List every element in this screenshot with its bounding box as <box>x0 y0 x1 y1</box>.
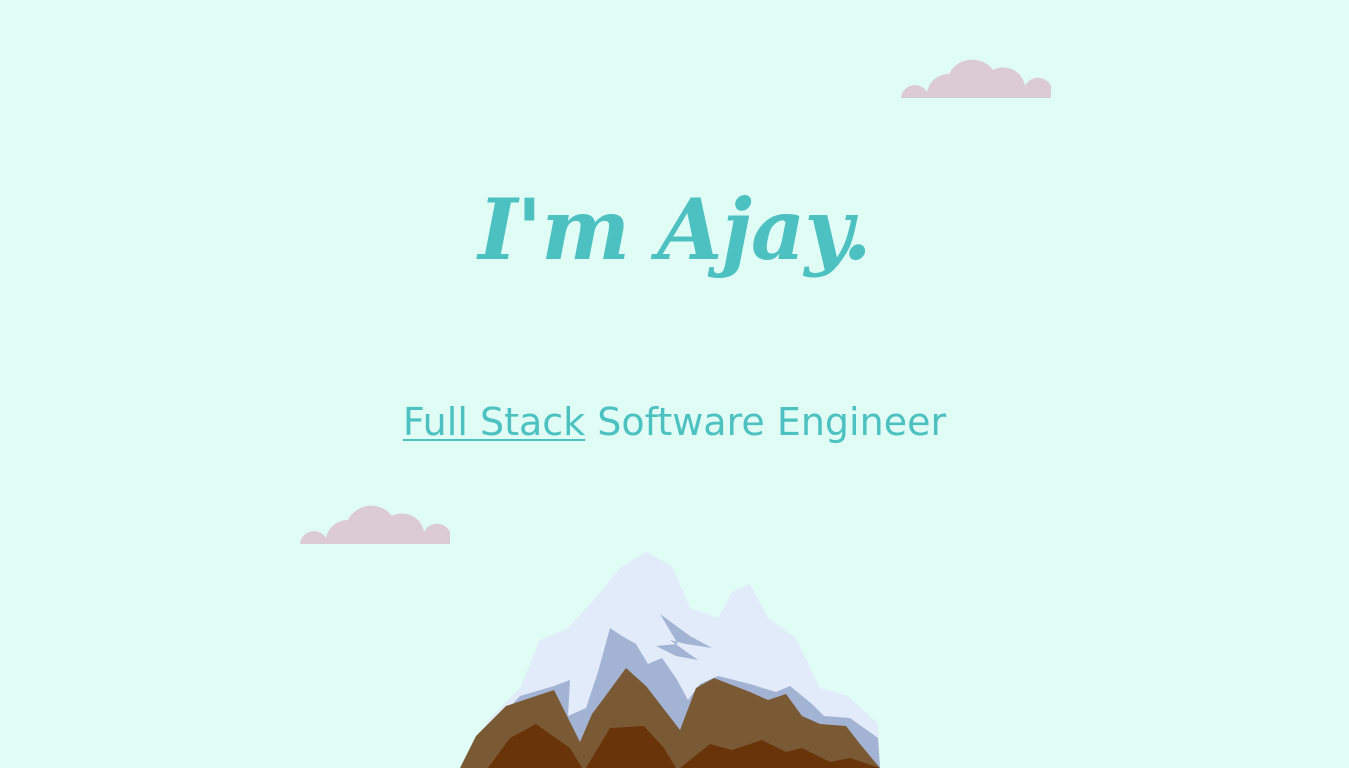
cloud-icon <box>300 505 450 544</box>
role-text: Software Engineer <box>585 400 947 444</box>
mountain-icon <box>460 552 880 768</box>
full-stack-link[interactable]: Full Stack <box>403 400 585 444</box>
cloud-icon <box>901 59 1051 98</box>
hero-section: I'm Ajay. Full Stack Software Engineer <box>0 0 1349 768</box>
role-tagline: Full Stack Software Engineer <box>0 400 1349 444</box>
hero-greeting: I'm Ajay. <box>478 180 872 279</box>
